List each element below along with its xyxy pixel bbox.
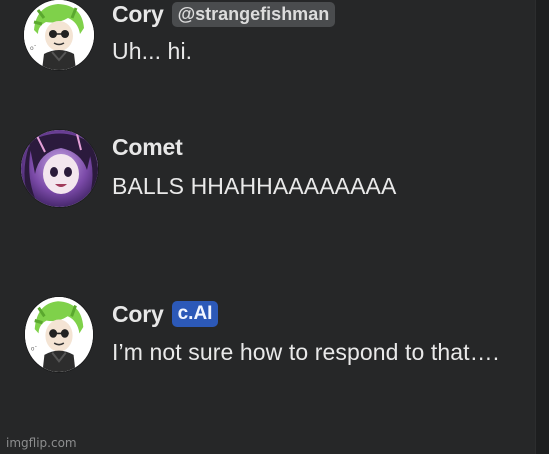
message-header: Cory @strangefishman bbox=[112, 1, 336, 27]
scrollbar-track[interactable] bbox=[535, 0, 549, 454]
comet-avatar[interactable] bbox=[21, 130, 98, 207]
watermark: imgflip.com bbox=[6, 436, 77, 450]
author-name: Cory bbox=[112, 301, 164, 327]
chat-view: o¯ Cory @strangefishman Uh... hi. Comet … bbox=[0, 0, 536, 454]
handle-badge[interactable]: @strangefishman bbox=[171, 1, 336, 27]
cory-avatar[interactable]: o¯ bbox=[25, 297, 93, 372]
author-name: Comet bbox=[112, 134, 183, 160]
svg-text:o¯: o¯ bbox=[30, 45, 37, 52]
message-text: BALLS HHAHHAAAAAAAA bbox=[112, 173, 397, 199]
svg-text:o¯: o¯ bbox=[31, 344, 37, 352]
message-text: I’m not sure how to respond to that…. bbox=[112, 339, 500, 365]
cory-avatar[interactable]: o¯ bbox=[24, 0, 94, 70]
message-header: Comet bbox=[112, 134, 183, 160]
green-haired-character-icon: o¯ bbox=[24, 0, 94, 70]
ai-badge[interactable]: c.AI bbox=[171, 301, 219, 327]
author-name: Cory bbox=[112, 1, 164, 27]
message-text: Uh... hi. bbox=[112, 38, 193, 64]
green-haired-character-icon: o¯ bbox=[25, 297, 93, 372]
message-header: Cory c.AI bbox=[112, 301, 219, 327]
purple-haired-character-icon bbox=[21, 130, 98, 207]
